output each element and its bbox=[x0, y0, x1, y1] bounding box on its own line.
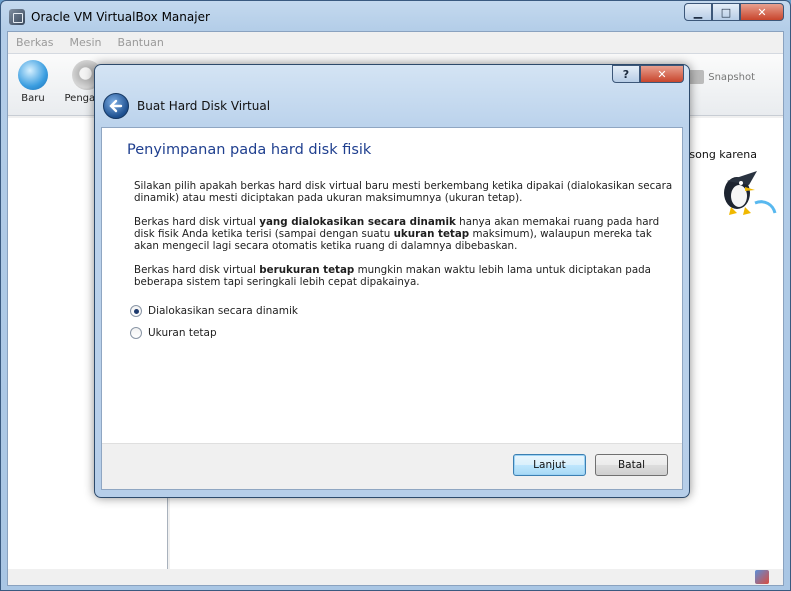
dialog-body: Penyimpanan pada hard disk fisik Silakan… bbox=[101, 127, 683, 490]
option-dynamic-label: Dialokasikan secara dinamik bbox=[148, 305, 298, 317]
page-title: Penyimpanan pada hard disk fisik bbox=[127, 142, 372, 158]
window-controls: ▁ □ ✕ bbox=[684, 3, 784, 21]
maximize-button[interactable]: □ bbox=[712, 3, 740, 21]
title-bar: Oracle VM VirtualBox Manajer bbox=[9, 7, 210, 27]
menu-mesin[interactable]: Mesin bbox=[70, 36, 102, 49]
dialog-controls: ? ✕ bbox=[612, 65, 684, 83]
cancel-button[interactable]: Batal bbox=[595, 454, 668, 476]
help-button[interactable]: ? bbox=[612, 65, 640, 83]
next-button[interactable]: Lanjut bbox=[513, 454, 586, 476]
new-label: Baru bbox=[21, 93, 45, 104]
back-button[interactable] bbox=[103, 93, 129, 119]
menu-bantuan[interactable]: Bantuan bbox=[118, 36, 164, 49]
dialog-close-button[interactable]: ✕ bbox=[640, 65, 684, 83]
paragraph-1: Silakan pilih apakah berkas hard disk vi… bbox=[134, 180, 673, 204]
option-fixed[interactable]: Ukuran tetap bbox=[130, 322, 679, 344]
menu-berkas[interactable]: Berkas bbox=[16, 36, 54, 49]
snapshot-tab[interactable]: Snapshot bbox=[688, 70, 755, 84]
radio-dynamic[interactable] bbox=[130, 305, 142, 317]
close-button[interactable]: ✕ bbox=[740, 3, 784, 21]
window-title: Oracle VM VirtualBox Manajer bbox=[31, 10, 210, 24]
dialog-title: Buat Hard Disk Virtual bbox=[137, 99, 271, 113]
arrow-left-icon bbox=[109, 99, 123, 113]
dialog-footer: Lanjut Batal bbox=[102, 443, 682, 489]
virtualbox-icon bbox=[9, 9, 25, 25]
wizard-content: Silakan pilih apakah berkas hard disk vi… bbox=[130, 180, 679, 344]
new-vm-button[interactable]: Baru bbox=[12, 60, 54, 104]
minimize-button[interactable]: ▁ bbox=[684, 3, 712, 21]
create-disk-dialog: ? ✕ Buat Hard Disk Virtual Penyimpanan p… bbox=[94, 64, 690, 498]
option-dynamic[interactable]: Dialokasikan secara dinamik bbox=[130, 300, 679, 322]
dialog-header: Buat Hard Disk Virtual bbox=[103, 93, 270, 119]
status-icon bbox=[755, 570, 769, 584]
paragraph-2: Berkas hard disk virtual yang dialokasik… bbox=[134, 216, 660, 252]
radio-fixed[interactable] bbox=[130, 327, 142, 339]
status-bar bbox=[8, 569, 783, 585]
camera-icon bbox=[688, 70, 705, 84]
penguin-icon bbox=[724, 171, 777, 215]
snapshot-label: Snapshot bbox=[708, 71, 755, 83]
paragraph-3: Berkas hard disk virtual berukuran tetap… bbox=[134, 264, 651, 288]
menu-bar: Berkas Mesin Bantuan bbox=[8, 32, 783, 54]
option-fixed-label: Ukuran tetap bbox=[148, 327, 217, 339]
new-icon bbox=[18, 60, 48, 90]
